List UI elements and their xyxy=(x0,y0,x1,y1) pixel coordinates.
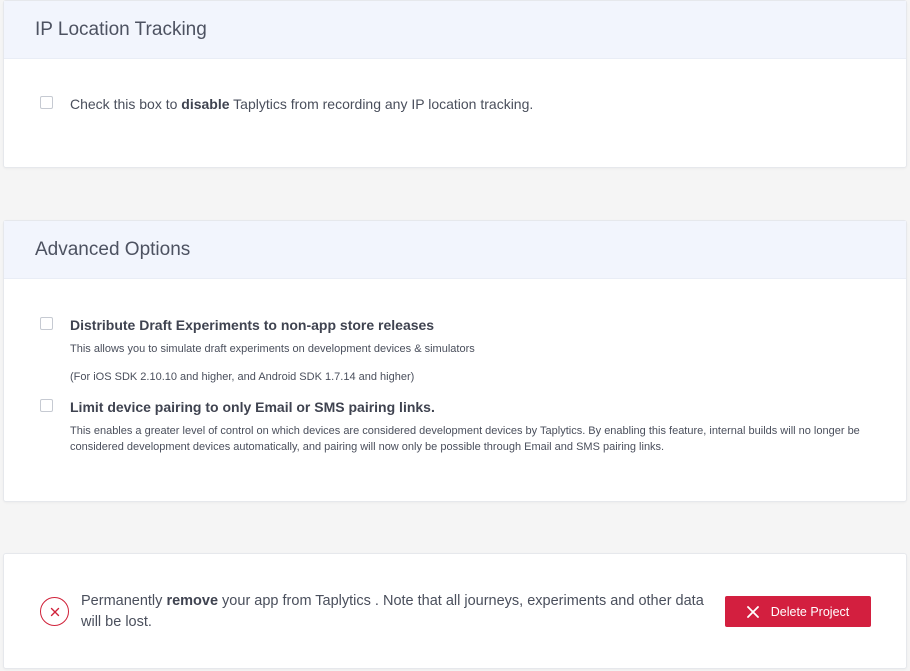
ip-tracking-header: IP Location Tracking xyxy=(4,1,906,59)
ip-tracking-card: IP Location Tracking Check this box to d… xyxy=(3,0,907,168)
ip-tracking-label: Check this box to disable Taplytics from… xyxy=(70,96,533,112)
advanced-options-title: Advanced Options xyxy=(35,238,191,260)
distribute-draft-checkbox[interactable] xyxy=(40,317,53,330)
limit-pairing-checkbox[interactable] xyxy=(40,399,53,412)
advanced-options-card: Advanced Options Distribute Draft Experi… xyxy=(3,220,907,502)
advanced-options-header: Advanced Options xyxy=(4,221,906,279)
distribute-draft-description: This allows you to simulate draft experi… xyxy=(70,343,475,355)
delete-project-card: Permanently remove your app from Taplyti… xyxy=(3,553,907,669)
remove-circle-icon xyxy=(40,597,69,626)
limit-pairing-description: This enables a greater level of control … xyxy=(70,425,860,453)
ip-tracking-text-before: Check this box to xyxy=(70,96,182,112)
delete-warning-before: Permanently xyxy=(81,593,167,609)
disable-ip-tracking-checkbox[interactable] xyxy=(40,96,53,109)
delete-warning-text: Permanently remove your app from Taplyti… xyxy=(81,591,721,633)
ip-tracking-text-bold: disable xyxy=(181,96,230,112)
ip-tracking-text-after: Taplytics from recording any IP location… xyxy=(229,96,534,112)
limit-pairing-title: Limit device pairing to only Email or SM… xyxy=(70,399,435,415)
distribute-draft-note: (For iOS SDK 2.10.10 and higher, and And… xyxy=(70,371,415,383)
delete-project-button[interactable]: Delete Project xyxy=(725,596,871,627)
delete-project-label: Delete Project xyxy=(770,604,850,619)
delete-warning-bold: remove xyxy=(166,593,219,609)
close-icon xyxy=(746,605,759,618)
distribute-draft-title: Distribute Draft Experiments to non-app … xyxy=(70,317,435,333)
ip-tracking-title: IP Location Tracking xyxy=(35,18,207,40)
